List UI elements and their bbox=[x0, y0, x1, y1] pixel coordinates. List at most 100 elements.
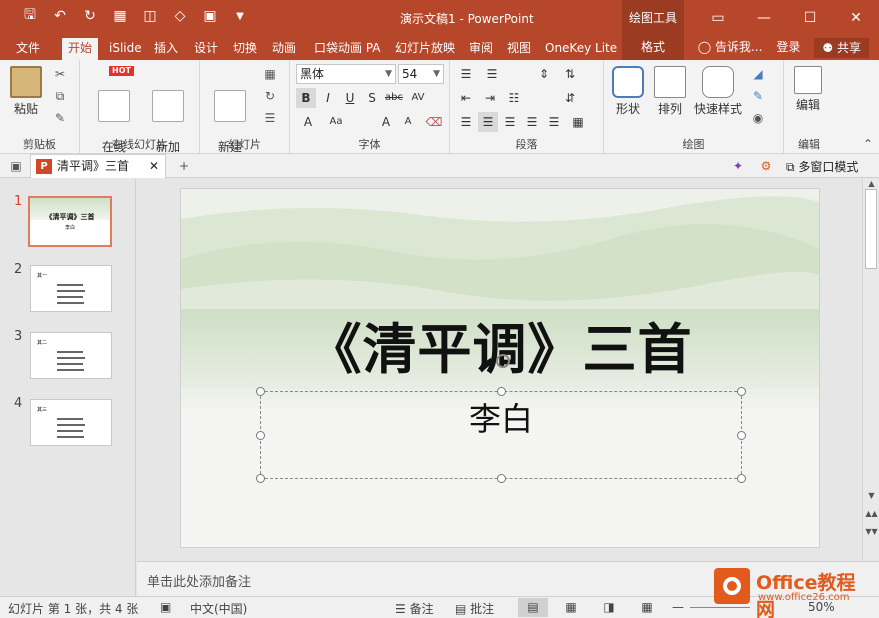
cut-icon[interactable]: ✂ bbox=[52, 66, 68, 82]
new-slide-button[interactable]: 新建 幻灯片 bbox=[206, 66, 254, 168]
share-button[interactable]: ⚉ 共享 bbox=[814, 38, 869, 58]
new-tab-icon[interactable]: + bbox=[176, 158, 192, 174]
multiwindow-toggle[interactable]: ⧉ 多窗口模式 bbox=[786, 158, 858, 175]
shadow-button[interactable]: S bbox=[362, 88, 382, 108]
shape-effects-icon[interactable]: ◉ bbox=[750, 110, 766, 126]
align-text-icon[interactable]: ⇵ bbox=[560, 88, 580, 108]
normal-view-icon[interactable]: ▤ bbox=[518, 598, 548, 617]
slide-thumbnail-4[interactable]: 其三 bbox=[30, 399, 112, 446]
scroll-up-icon[interactable]: ▲ bbox=[863, 179, 879, 188]
tab-format[interactable]: 格式 bbox=[622, 35, 684, 60]
underline-button[interactable]: U bbox=[340, 88, 360, 108]
customize-icon[interactable]: ▼ bbox=[230, 6, 250, 26]
section-icon[interactable]: ☰ bbox=[262, 110, 278, 126]
maximize-icon[interactable]: ☐ bbox=[787, 0, 833, 35]
tab-onekey[interactable]: OneKey Lite bbox=[539, 38, 623, 60]
slide-title[interactable]: 《清平调》三首 bbox=[181, 305, 819, 384]
shape-icon[interactable]: ◇ bbox=[170, 6, 190, 26]
resize-handle[interactable] bbox=[737, 387, 746, 396]
minimize-icon[interactable]: — bbox=[741, 0, 787, 35]
online-slides-button[interactable]: 在线 幻灯片 bbox=[90, 66, 138, 168]
undo-icon[interactable]: ↶ bbox=[50, 6, 70, 26]
font-color-button[interactable]: A bbox=[298, 112, 318, 132]
tab-animations[interactable]: 动画 bbox=[266, 38, 302, 60]
slideshow-icon[interactable]: ▦ bbox=[632, 598, 662, 617]
scrollbar-thumb[interactable] bbox=[865, 189, 877, 269]
decrease-indent-icon[interactable]: ⇤ bbox=[456, 88, 476, 108]
quick-style-button[interactable]: 快速样式 bbox=[692, 66, 744, 116]
close-icon[interactable]: ✕ bbox=[833, 0, 879, 35]
resize-handle[interactable] bbox=[256, 474, 265, 483]
resize-handle[interactable] bbox=[737, 431, 746, 440]
image-icon[interactable]: ▣ bbox=[200, 6, 220, 26]
resize-handle[interactable] bbox=[256, 387, 265, 396]
numbering-icon[interactable]: ☰ bbox=[482, 64, 502, 84]
font-size-select[interactable]: 54 ▼ bbox=[398, 64, 444, 84]
align-right-icon[interactable]: ☰ bbox=[500, 112, 520, 132]
slide-thumbnail-2[interactable]: 其一 bbox=[30, 265, 112, 312]
collapse-ribbon-icon[interactable]: ⌃ bbox=[860, 136, 876, 152]
resize-handle[interactable] bbox=[256, 431, 265, 440]
distribute-icon[interactable]: ☰ bbox=[544, 112, 564, 132]
align-left-icon[interactable]: ☰ bbox=[456, 112, 476, 132]
language[interactable]: 中文(中国) bbox=[190, 600, 247, 617]
shape-outline-icon[interactable]: ✎ bbox=[750, 88, 766, 104]
increase-indent-icon[interactable]: ⇥ bbox=[480, 88, 500, 108]
copy-icon[interactable]: ⧉ bbox=[52, 88, 68, 104]
ribbon-display-icon[interactable]: ▭ bbox=[695, 0, 741, 35]
tab-review[interactable]: 审阅 bbox=[463, 38, 499, 60]
layout-icon[interactable]: ▦ bbox=[262, 66, 278, 82]
change-case-button[interactable]: Aa bbox=[326, 112, 346, 132]
notes-toggle[interactable]: ☰ 备注 bbox=[395, 600, 434, 617]
redo-icon[interactable]: ↻ bbox=[80, 6, 100, 26]
spellcheck-icon[interactable]: ▣ bbox=[160, 600, 171, 614]
shape-fill-icon[interactable]: ◢ bbox=[750, 66, 766, 82]
resize-handle[interactable] bbox=[497, 474, 506, 483]
arrange-button[interactable]: 排列 bbox=[652, 66, 688, 116]
clear-format-icon[interactable]: ⌫ bbox=[424, 112, 444, 132]
new-anim-page-button[interactable]: 新加 动画页 bbox=[142, 66, 194, 168]
zoom-out-icon[interactable]: — bbox=[672, 600, 684, 614]
line-spacing-icon[interactable]: ⇕ bbox=[534, 64, 554, 84]
subtitle-textbox[interactable]: 李白 bbox=[256, 387, 746, 483]
tab-design[interactable]: 设计 bbox=[188, 38, 224, 60]
align-center-icon[interactable]: ☰ bbox=[478, 112, 498, 132]
strikethrough-button[interactable]: abc bbox=[384, 88, 404, 108]
login-link[interactable]: 登录 bbox=[776, 38, 800, 58]
paste-button[interactable]: 粘贴 bbox=[8, 66, 44, 116]
tab-slideshow[interactable]: 幻灯片放映 bbox=[389, 38, 461, 60]
reset-icon[interactable]: ↻ bbox=[262, 88, 278, 104]
edit-button[interactable]: 编辑 bbox=[790, 66, 826, 112]
slide-subtitle[interactable]: 李白 bbox=[261, 394, 741, 440]
tab-pocket-animation[interactable]: 口袋动画 PA bbox=[308, 38, 387, 60]
justify-icon[interactable]: ☰ bbox=[522, 112, 542, 132]
new-slide-icon[interactable]: ◫ bbox=[140, 6, 160, 26]
prev-slide-icon[interactable]: ▲▲ bbox=[863, 509, 879, 518]
scroll-down-icon[interactable]: ▼ bbox=[863, 491, 879, 500]
grow-font-button[interactable]: A bbox=[376, 112, 396, 132]
slide-thumbnail-3[interactable]: 其二 bbox=[30, 332, 112, 379]
sparkle-icon[interactable]: ✦ bbox=[730, 158, 746, 174]
next-slide-icon[interactable]: ▼▼ bbox=[863, 527, 879, 536]
close-tab-icon[interactable]: ✕ bbox=[149, 155, 159, 177]
text-direction-icon[interactable]: ⇅ bbox=[560, 64, 580, 84]
rotate-handle-icon[interactable] bbox=[496, 354, 510, 368]
font-name-select[interactable]: 黑体 ▼ bbox=[296, 64, 396, 84]
slide-sorter-icon[interactable]: ▦ bbox=[556, 598, 586, 617]
comments-toggle[interactable]: ▤ 批注 bbox=[455, 600, 494, 617]
tab-view[interactable]: 视图 bbox=[501, 38, 537, 60]
bold-button[interactable]: B bbox=[296, 88, 316, 108]
smartart-icon[interactable]: ▦ bbox=[568, 112, 588, 132]
format-painter-icon[interactable]: ✎ bbox=[52, 110, 68, 126]
tab-file[interactable]: 文件 bbox=[10, 38, 46, 60]
slide-canvas[interactable]: 《清平调》三首 李白 bbox=[180, 188, 820, 548]
italic-button[interactable]: I bbox=[318, 88, 338, 108]
shrink-font-button[interactable]: A bbox=[398, 112, 418, 132]
tab-transitions[interactable]: 切换 bbox=[227, 38, 263, 60]
columns-icon[interactable]: ☷ bbox=[504, 88, 524, 108]
doc-list-icon[interactable]: ▣ bbox=[8, 158, 24, 174]
resize-handle[interactable] bbox=[737, 474, 746, 483]
resize-handle[interactable] bbox=[497, 387, 506, 396]
slide-thumbnail-1[interactable]: 《清平调》三首 李白 bbox=[28, 196, 112, 247]
vertical-scrollbar[interactable]: ▲ ▼ ▲▲ ▼▼ bbox=[862, 179, 879, 560]
